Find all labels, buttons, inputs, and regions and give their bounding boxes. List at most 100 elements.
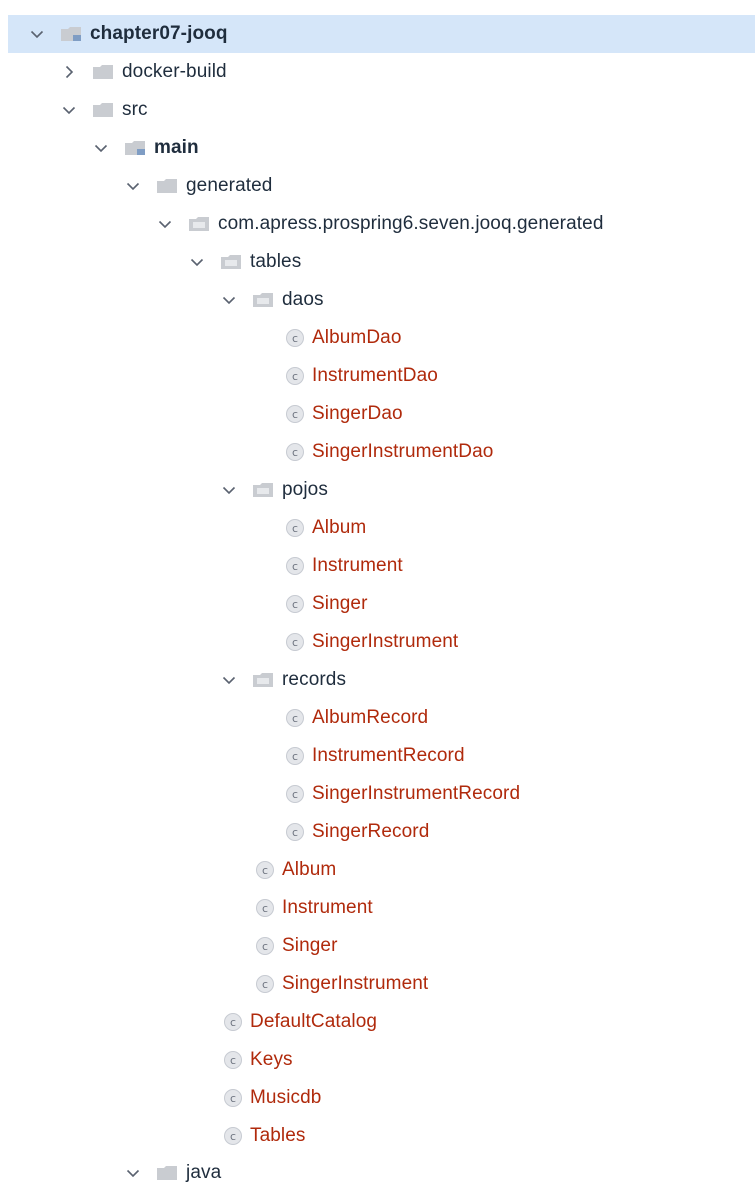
package-folder-icon [221, 255, 241, 269]
tree-node-label: SingerRecord [312, 821, 430, 842]
folder-icon [93, 65, 113, 79]
tree-node-class[interactable]: c SingerRecord [8, 813, 755, 851]
chevron-down-icon[interactable] [216, 471, 242, 509]
chevron-down-icon[interactable] [216, 661, 242, 699]
folder-icon [93, 103, 113, 117]
class-icon: c [224, 1089, 242, 1107]
tree-node-class[interactable]: c DefaultCatalog [8, 1003, 755, 1041]
tree-node-class[interactable]: c Keys [8, 1041, 755, 1079]
chevron-down-icon[interactable] [56, 91, 82, 129]
tree-node-label: Tables [250, 1125, 306, 1146]
class-icon: c [286, 329, 304, 347]
tree-node-label: SingerInstrument [282, 973, 429, 994]
source-root-folder-icon [125, 141, 145, 155]
chevron-down-icon[interactable] [24, 15, 50, 53]
tree-node-label: main [154, 137, 199, 158]
tree-node-label: records [282, 669, 347, 690]
tree-node-label: AlbumRecord [312, 707, 429, 728]
folder-icon [157, 179, 177, 193]
chevron-right-icon[interactable] [56, 53, 82, 91]
tree-node-label: Album [312, 517, 367, 538]
class-icon: c [256, 861, 274, 879]
tree-node-generated[interactable]: generated [8, 167, 755, 205]
tree-node-label: pojos [282, 479, 328, 500]
chevron-down-icon[interactable] [120, 1154, 146, 1192]
class-icon: c [286, 519, 304, 537]
tree-node-label: InstrumentDao [312, 365, 438, 386]
class-icon: c [286, 785, 304, 803]
tree-node-records[interactable]: records [8, 661, 755, 699]
tree-node-class[interactable]: c AlbumRecord [8, 699, 755, 737]
class-icon: c [256, 975, 274, 993]
tree-node-class[interactable]: c Album [8, 851, 755, 889]
tree-node-label: SingerDao [312, 403, 403, 424]
class-icon: c [224, 1013, 242, 1031]
tree-node-label: InstrumentRecord [312, 745, 465, 766]
tree-node-class[interactable]: c InstrumentDao [8, 357, 755, 395]
tree-node-label: Singer [282, 935, 338, 956]
tree-node-label: src [122, 99, 148, 120]
chevron-down-icon[interactable] [152, 205, 178, 243]
tree-node-label: generated [186, 175, 273, 196]
tree-node-label: AlbumDao [312, 327, 402, 348]
tree-node-class[interactable]: c Singer [8, 585, 755, 623]
tree-node-label: SingerInstrument [312, 631, 459, 652]
tree-node-class[interactable]: c SingerInstrument [8, 965, 755, 1003]
tree-node-java[interactable]: java [8, 1154, 755, 1192]
tree-node-class[interactable]: c Instrument [8, 547, 755, 585]
tree-node-chapter07-jooq[interactable]: chapter07-jooq [8, 15, 755, 53]
tree-node-main[interactable]: main [8, 129, 755, 167]
tree-node-label: Instrument [282, 897, 373, 918]
class-icon: c [256, 937, 274, 955]
tree-node-label: Musicdb [250, 1087, 322, 1108]
tree-node-label: Singer [312, 593, 368, 614]
tree-node-label: Keys [250, 1049, 293, 1070]
project-tree: chapter07-jooq docker-build src main gen… [0, 0, 755, 1192]
class-icon: c [256, 899, 274, 917]
tree-node-class[interactable]: c Musicdb [8, 1079, 755, 1117]
tree-node-src[interactable]: src [8, 91, 755, 129]
tree-node-label: Instrument [312, 555, 403, 576]
class-icon: c [286, 595, 304, 613]
tree-node-class[interactable]: c Singer [8, 927, 755, 965]
package-folder-icon [253, 673, 273, 687]
tree-node-label: chapter07-jooq [90, 23, 228, 44]
tree-node-class[interactable]: c Album [8, 509, 755, 547]
tree-node-class[interactable]: c AlbumDao [8, 319, 755, 357]
class-icon: c [224, 1127, 242, 1145]
class-icon: c [286, 823, 304, 841]
tree-node-label: DefaultCatalog [250, 1011, 378, 1032]
tree-node-label: com.apress.prospring6.seven.jooq.generat… [218, 213, 604, 234]
tree-node-tables[interactable]: tables [8, 243, 755, 281]
class-icon: c [286, 709, 304, 727]
class-icon: c [286, 633, 304, 651]
tree-node-package[interactable]: com.apress.prospring6.seven.jooq.generat… [8, 205, 755, 243]
tree-node-docker-build[interactable]: docker-build [8, 53, 755, 91]
folder-icon [157, 1166, 177, 1180]
chevron-down-icon[interactable] [120, 167, 146, 205]
tree-node-class[interactable]: c Instrument [8, 889, 755, 927]
tree-node-label: java [186, 1162, 222, 1183]
package-folder-icon [253, 293, 273, 307]
class-icon: c [224, 1051, 242, 1069]
class-icon: c [286, 747, 304, 765]
tree-node-label: daos [282, 289, 324, 310]
tree-node-label: Album [282, 859, 337, 880]
tree-node-class[interactable]: c SingerDao [8, 395, 755, 433]
tree-node-class[interactable]: c InstrumentRecord [8, 737, 755, 775]
tree-node-label: SingerInstrumentRecord [312, 783, 521, 804]
chevron-down-icon[interactable] [184, 243, 210, 281]
package-folder-icon [253, 483, 273, 497]
tree-node-label: docker-build [122, 61, 227, 82]
tree-node-pojos[interactable]: pojos [8, 471, 755, 509]
tree-node-class[interactable]: c SingerInstrumentDao [8, 433, 755, 471]
tree-node-daos[interactable]: daos [8, 281, 755, 319]
package-folder-icon [189, 217, 209, 231]
tree-node-class[interactable]: c SingerInstrument [8, 623, 755, 661]
class-icon: c [286, 557, 304, 575]
tree-node-class[interactable]: c SingerInstrumentRecord [8, 775, 755, 813]
chevron-down-icon[interactable] [88, 129, 114, 167]
class-icon: c [286, 443, 304, 461]
chevron-down-icon[interactable] [216, 281, 242, 319]
tree-node-class[interactable]: c Tables [8, 1117, 755, 1155]
